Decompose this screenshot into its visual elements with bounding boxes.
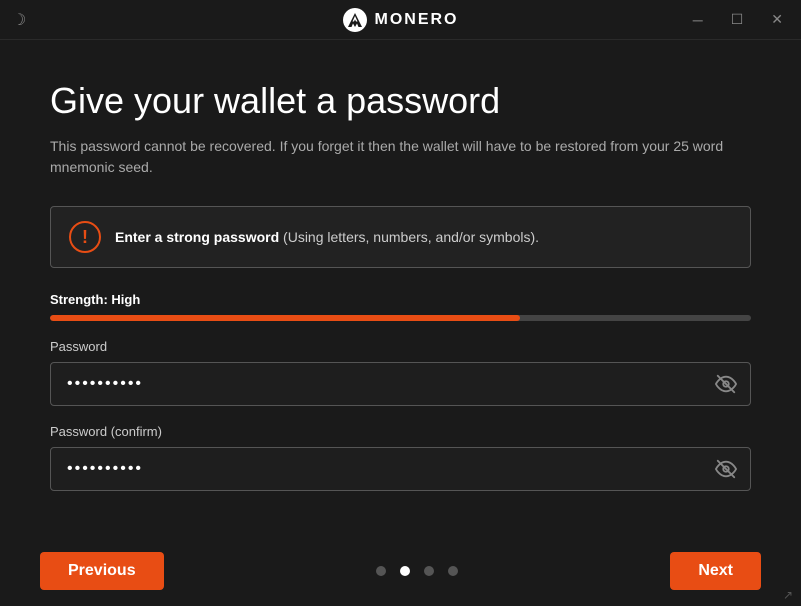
pagination-dot-1 — [376, 566, 386, 576]
password-input-wrapper — [50, 362, 751, 406]
eye-icon-confirm — [715, 458, 737, 480]
info-text-strong: Enter a strong password — [115, 229, 279, 245]
pagination-dot-4 — [448, 566, 458, 576]
next-button[interactable]: Next — [670, 552, 761, 590]
strength-bar — [50, 315, 751, 321]
footer: Previous Next — [0, 536, 801, 606]
confirm-field-section: Password (confirm) — [50, 424, 751, 491]
page-subtitle: This password cannot be recovered. If yo… — [50, 136, 730, 178]
confirm-password-input[interactable] — [50, 447, 751, 491]
pagination-dots — [376, 566, 458, 576]
previous-button[interactable]: Previous — [40, 552, 164, 590]
resize-handle[interactable]: ↗ — [783, 588, 797, 602]
title-bar: ☽ MONERO ─ ☐ ✕ — [0, 0, 801, 40]
strength-bar-fill — [50, 315, 520, 321]
eye-icon — [715, 373, 737, 395]
password-field-section: Password — [50, 339, 751, 406]
close-button[interactable]: ✕ — [765, 9, 789, 30]
warning-icon: ! — [69, 221, 101, 253]
title-bar-center: MONERO — [343, 8, 459, 32]
page-title: Give your wallet a password — [50, 80, 751, 122]
info-text-rest: (Using letters, numbers, and/or symbols)… — [279, 229, 539, 245]
pagination-dot-2 — [400, 566, 410, 576]
moon-icon[interactable]: ☽ — [12, 10, 26, 30]
password-toggle-visibility-button[interactable] — [715, 373, 737, 395]
confirm-password-label: Password (confirm) — [50, 424, 751, 439]
info-text: Enter a strong password (Using letters, … — [115, 229, 539, 245]
title-bar-left: ☽ — [12, 10, 26, 30]
title-bar-controls: ─ ☐ ✕ — [687, 9, 789, 30]
password-input[interactable] — [50, 362, 751, 406]
app-title: MONERO — [375, 11, 459, 29]
confirm-input-wrapper — [50, 447, 751, 491]
pagination-dot-3 — [424, 566, 434, 576]
strength-label: Strength: High — [50, 292, 751, 307]
info-box: ! Enter a strong password (Using letters… — [50, 206, 751, 268]
minimize-button[interactable]: ─ — [687, 10, 709, 30]
strength-section: Strength: High — [50, 292, 751, 321]
password-label: Password — [50, 339, 751, 354]
main-content: Give your wallet a password This passwor… — [0, 40, 801, 529]
maximize-button[interactable]: ☐ — [725, 9, 750, 30]
monero-logo-icon — [343, 8, 367, 32]
confirm-toggle-visibility-button[interactable] — [715, 458, 737, 480]
